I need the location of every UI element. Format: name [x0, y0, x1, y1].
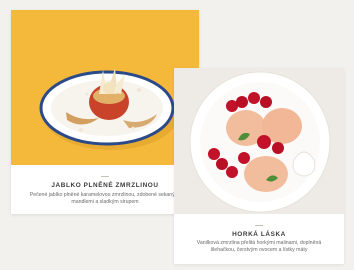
dessert-title: JABLKO PLNĚNÉ ZMRZLINOU	[51, 182, 159, 189]
dessert-title: HORKÁ LÁSKA	[232, 231, 286, 238]
dessert-card-apple[interactable]: JABLKO PLNĚNÉ ZMRZLINOU Pečené jablko pl…	[11, 10, 199, 214]
raspberry-icecream-illustration	[189, 71, 331, 213]
apple-dessert-illustration	[39, 68, 179, 150]
dessert-card-hot-love[interactable]: HORKÁ LÁSKA Vanilková zmrzlina přelitá h…	[174, 68, 344, 264]
dessert-photo-apple	[11, 10, 199, 165]
dessert-description: Pečené jablko plněné karamelovou zmrzlin…	[29, 192, 181, 205]
title-divider	[255, 225, 263, 226]
title-divider	[101, 176, 109, 177]
dessert-description: Vanilková zmrzlina přelitá horkými malin…	[196, 240, 322, 253]
dessert-photo-hot-love	[174, 68, 344, 214]
